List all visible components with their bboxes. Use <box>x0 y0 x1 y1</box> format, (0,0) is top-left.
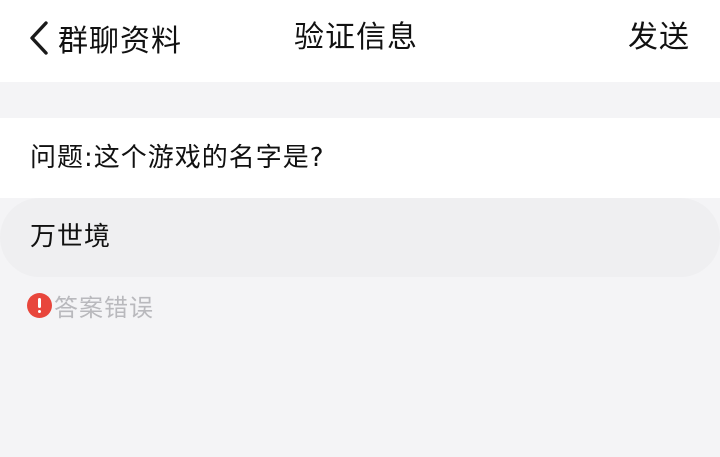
error-message: 答案错误 <box>54 293 154 322</box>
error-message-row: 答案错误 <box>27 290 154 322</box>
chevron-left-icon <box>30 21 48 55</box>
question-text: 问题:这个游戏的名字是? <box>30 143 325 173</box>
answer-input[interactable]: 万世境 <box>0 198 720 277</box>
exclamation-circle-icon <box>27 292 52 318</box>
back-label: 群聊资料 <box>58 24 182 59</box>
send-button[interactable]: 发送 <box>628 14 690 62</box>
question-row: 问题:这个游戏的名字是? <box>0 118 720 198</box>
back-button[interactable]: 群聊资料 <box>28 14 182 62</box>
page-title: 验证信息 <box>294 20 418 55</box>
nav-bar: 群聊资料 验证信息 发送 <box>0 0 720 82</box>
answer-value: 万世境 <box>30 222 112 252</box>
